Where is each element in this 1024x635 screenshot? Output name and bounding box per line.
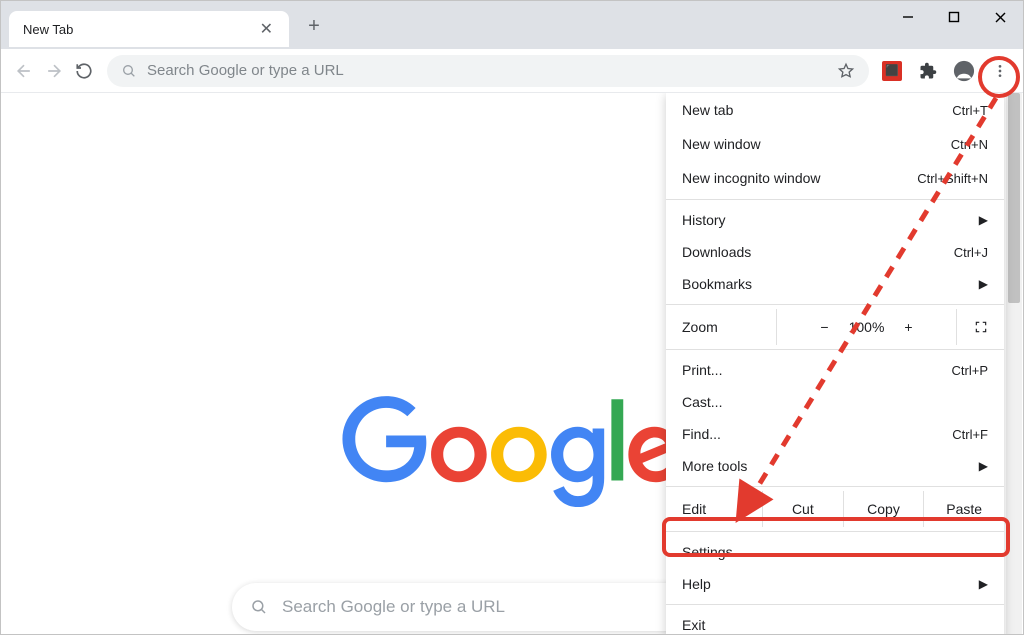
chevron-right-icon: ▶ [979, 277, 988, 291]
menu-copy[interactable]: Copy [843, 491, 924, 527]
page-content: Search Google or type a URL New tabCtrl+… [1, 93, 1023, 634]
menu-separator [666, 531, 1004, 532]
window-controls [885, 1, 1023, 33]
menu-cast[interactable]: Cast... [666, 386, 1004, 418]
scrollbar-track[interactable] [1006, 93, 1022, 634]
zoom-value: 100% [849, 319, 885, 335]
menu-history[interactable]: History▶ [666, 204, 1004, 236]
toolbar: Search Google or type a URL ⬛ [1, 49, 1023, 93]
menu-print[interactable]: Print...Ctrl+P [666, 354, 1004, 386]
tab-close-icon[interactable]: ✕ [254, 17, 279, 41]
browser-tab[interactable]: New Tab ✕ [9, 11, 289, 47]
star-icon[interactable] [837, 62, 855, 80]
profile-avatar-icon[interactable] [949, 56, 979, 86]
menu-edit-row: Edit Cut Copy Paste [666, 491, 1004, 527]
zoom-out-button[interactable]: − [820, 319, 828, 335]
menu-cut[interactable]: Cut [762, 491, 843, 527]
maximize-button[interactable] [931, 1, 977, 33]
menu-new-tab[interactable]: New tabCtrl+T [666, 93, 1004, 127]
menu-exit[interactable]: Exit [666, 609, 1004, 634]
forward-button[interactable] [39, 56, 69, 86]
menu-paste[interactable]: Paste [923, 491, 1004, 527]
fullscreen-button[interactable] [956, 309, 1004, 345]
search-placeholder: Search Google or type a URL [282, 597, 505, 617]
titlebar: New Tab ✕ + [1, 1, 1023, 49]
minimize-button[interactable] [885, 1, 931, 33]
menu-separator [666, 304, 1004, 305]
menu-help[interactable]: Help▶ [666, 568, 1004, 600]
scrollbar-thumb[interactable] [1008, 93, 1020, 303]
search-icon [121, 63, 137, 79]
new-tab-button[interactable]: + [299, 11, 329, 41]
menu-separator [666, 486, 1004, 487]
menu-downloads[interactable]: DownloadsCtrl+J [666, 236, 1004, 268]
menu-separator [666, 349, 1004, 350]
omnibox-placeholder: Search Google or type a URL [147, 62, 837, 79]
close-window-button[interactable] [977, 1, 1023, 33]
menu-zoom: Zoom − 100% + [666, 309, 1004, 345]
reload-button[interactable] [69, 56, 99, 86]
menu-bookmarks[interactable]: Bookmarks▶ [666, 268, 1004, 300]
omnibox[interactable]: Search Google or type a URL [107, 55, 869, 87]
chevron-right-icon: ▶ [979, 213, 988, 227]
chevron-right-icon: ▶ [979, 459, 988, 473]
menu-settings[interactable]: Settings [666, 536, 1004, 568]
extension-icon[interactable]: ⬛ [877, 56, 907, 86]
menu-more-tools[interactable]: More tools▶ [666, 450, 1004, 482]
chrome-menu: New tabCtrl+T New windowCtrl+N New incog… [666, 93, 1004, 634]
chevron-right-icon: ▶ [979, 577, 988, 591]
search-icon [250, 598, 268, 616]
menu-separator [666, 604, 1004, 605]
google-logo [342, 393, 682, 513]
menu-separator [666, 199, 1004, 200]
menu-incognito[interactable]: New incognito windowCtrl+Shift+N [666, 161, 1004, 195]
menu-new-window[interactable]: New windowCtrl+N [666, 127, 1004, 161]
extensions-puzzle-icon[interactable] [913, 56, 943, 86]
tab-title: New Tab [23, 22, 254, 37]
menu-find[interactable]: Find...Ctrl+F [666, 418, 1004, 450]
back-button[interactable] [9, 56, 39, 86]
zoom-in-button[interactable]: + [904, 319, 912, 335]
menu-button[interactable] [985, 56, 1015, 86]
